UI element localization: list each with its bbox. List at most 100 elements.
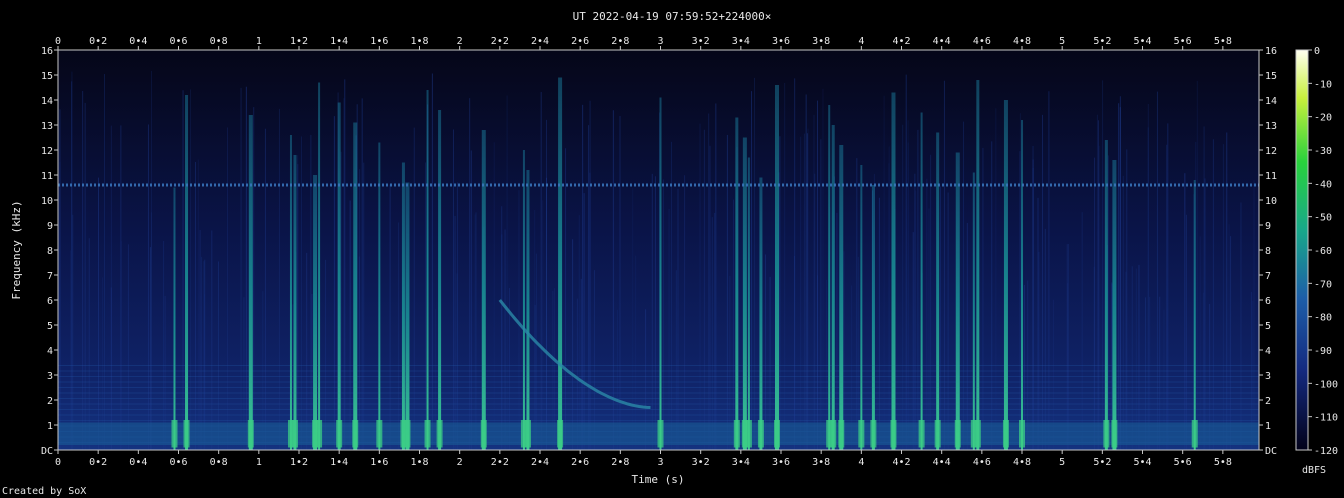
y-tick-label-right: 6 — [1265, 296, 1271, 307]
x-tick-label-top: 5•4 — [1133, 36, 1151, 47]
x-tick-label-top: 0 — [55, 36, 61, 47]
x-tick-label: 1•4 — [330, 457, 348, 468]
y-tick-label: 16 — [41, 46, 53, 57]
y-tick-label-right: 14 — [1265, 96, 1277, 107]
x-tick-label-top: 2•6 — [571, 36, 589, 47]
x-tick-label: 2 — [457, 457, 463, 468]
transient-line — [185, 95, 189, 450]
x-tick-label-top: 3•2 — [692, 36, 710, 47]
x-tick-label-top: 0•4 — [129, 36, 147, 47]
transient-base — [890, 420, 897, 448]
x-tick-label-top: 0•6 — [169, 36, 187, 47]
transient-base — [934, 420, 941, 448]
x-tick-label-top: 3 — [657, 36, 663, 47]
x-tick-label: 4•6 — [973, 457, 991, 468]
x-tick-label-top: 5•6 — [1174, 36, 1192, 47]
transient-base — [376, 420, 383, 448]
transient-base — [291, 420, 298, 448]
transient-line — [426, 90, 429, 450]
transient-line — [481, 130, 486, 450]
y-axis-right: DC12345678910111213141516 — [1259, 46, 1277, 457]
transient-base — [424, 420, 431, 448]
transient-line — [891, 92, 896, 450]
transient-line — [337, 102, 341, 450]
transient-base — [1002, 420, 1009, 448]
transient-base — [858, 420, 865, 448]
transient-line — [313, 175, 318, 450]
transient-base — [1191, 420, 1198, 448]
y-tick-label: 13 — [41, 121, 53, 132]
x-tick-label-top: 3•8 — [812, 36, 830, 47]
x-tick-label-top: 2•4 — [531, 36, 549, 47]
transient-base — [830, 420, 837, 448]
x-tick-label-top: 4•4 — [933, 36, 951, 47]
x-tick-label: 1•6 — [370, 457, 388, 468]
transient-line — [248, 115, 253, 450]
x-tick-label: 4 — [858, 457, 864, 468]
x-tick-label: 3•6 — [772, 457, 790, 468]
y-tick-label-right: 7 — [1265, 271, 1271, 282]
colorbar-tick-label: 0 — [1314, 46, 1320, 57]
x-tick-label-top: 0•8 — [210, 36, 228, 47]
y-tick-label: 4 — [47, 346, 53, 357]
transient-base — [954, 420, 961, 448]
transient-base — [974, 420, 981, 448]
transient-line — [955, 152, 960, 450]
transient-line — [173, 187, 176, 450]
transient-line — [353, 122, 358, 450]
x-tick-label: 0•8 — [210, 457, 228, 468]
y-tick-label-right: 16 — [1265, 46, 1277, 57]
y-tick-label-right: 12 — [1265, 146, 1277, 157]
transient-line — [774, 85, 779, 450]
transient-line — [438, 110, 442, 450]
x-tick-label-top: 3•6 — [772, 36, 790, 47]
transient-line — [735, 117, 739, 450]
x-tick-label: 5•6 — [1174, 457, 1192, 468]
y-axis-label: Frequency (kHz) — [10, 200, 23, 299]
transient-line — [558, 77, 563, 450]
transient-base — [524, 420, 531, 448]
y-tick-label: 9 — [47, 221, 53, 232]
colorbar-tick-label: -110 — [1314, 413, 1338, 424]
x-tick-label-top: 2•8 — [611, 36, 629, 47]
transient-line — [972, 172, 975, 450]
transient-line — [747, 157, 750, 450]
y-tick-label-right: 13 — [1265, 121, 1277, 132]
transient-base — [1111, 420, 1118, 448]
colorbar-tick-label: -90 — [1314, 346, 1332, 357]
transient-base — [557, 420, 564, 448]
x-tick-label-top: 4•6 — [973, 36, 991, 47]
y-tick-label: 11 — [41, 171, 53, 182]
transient-line — [828, 105, 831, 450]
transient-base — [918, 420, 925, 448]
transient-line — [526, 170, 530, 450]
colorbar-tick-label: -30 — [1314, 146, 1332, 157]
y-tick-label-right: DC — [1265, 446, 1277, 457]
y-tick-label: 10 — [41, 196, 53, 207]
transient-base — [773, 420, 780, 448]
x-tick-label-top: 5•2 — [1093, 36, 1111, 47]
x-tick-label-top: 1•4 — [330, 36, 348, 47]
y-tick-label: 6 — [47, 296, 53, 307]
x-tick-label: 5 — [1059, 457, 1065, 468]
transient-base — [657, 420, 664, 448]
x-tick-label-top: 0•2 — [89, 36, 107, 47]
x-axis-label: Time (s) — [632, 473, 685, 486]
transient-line — [401, 162, 405, 450]
colorbar-tick-label: -70 — [1314, 279, 1332, 290]
y-tick-label: 15 — [41, 71, 53, 82]
y-tick-label-right: 4 — [1265, 346, 1271, 357]
y-tick-label: 3 — [47, 371, 53, 382]
y-axis-left: DC12345678910111213141516 — [41, 46, 58, 457]
colorbar-label: dBFS — [1302, 465, 1326, 476]
spectrogram-figure: UT 2022-04-19 07:59:52+224000× 0 0•2 0•4 0•… — [2, 10, 1338, 497]
transient-base — [183, 420, 190, 448]
transient-line — [759, 177, 763, 450]
x-tick-label-top: 1•2 — [290, 36, 308, 47]
x-tick-label-top: 1•6 — [370, 36, 388, 47]
transient-line — [839, 145, 844, 450]
x-tick-label: 3 — [657, 457, 663, 468]
x-tick-label-top: 5 — [1059, 36, 1065, 47]
transient-line — [1003, 100, 1008, 450]
transient-line — [522, 150, 525, 450]
